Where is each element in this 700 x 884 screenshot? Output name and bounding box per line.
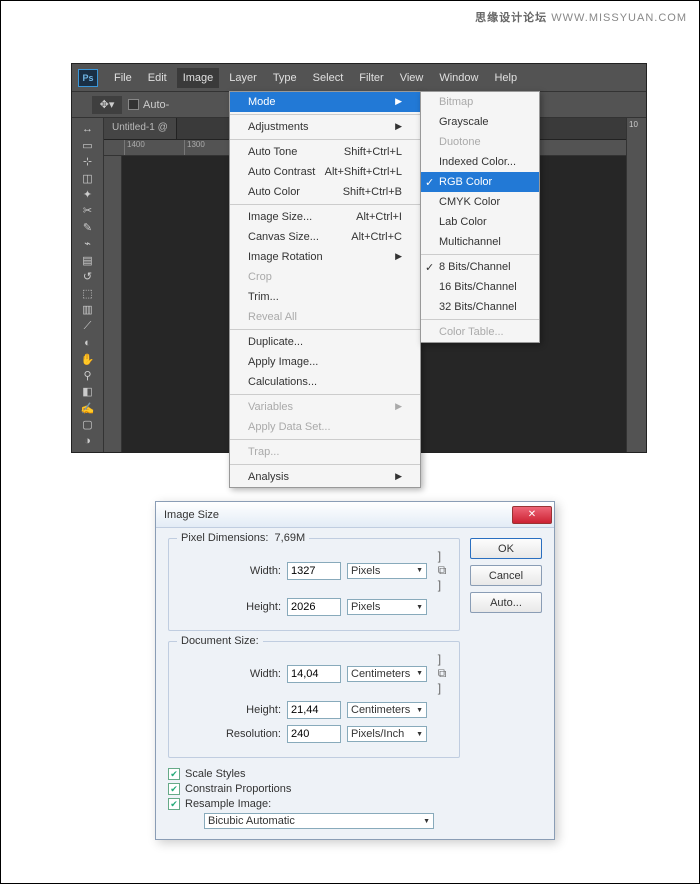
menu-help[interactable]: Help bbox=[488, 68, 523, 88]
menu-auto-contrast[interactable]: Auto ContrastAlt+Shift+Ctrl+L bbox=[230, 162, 420, 182]
menu-auto-tone[interactable]: Auto ToneShift+Ctrl+L bbox=[230, 142, 420, 162]
pixel-dimensions-group: Pixel Dimensions: 7,69M Width: Pixels▼ ]… bbox=[168, 538, 460, 631]
mode-bitmap: Bitmap bbox=[421, 92, 539, 112]
menu-calculations[interactable]: Calculations... bbox=[230, 372, 420, 392]
menu-view[interactable]: View bbox=[394, 68, 430, 88]
tool-2[interactable]: ⊹ bbox=[76, 155, 99, 168]
tool-17[interactable]: ✍ bbox=[76, 402, 99, 415]
menu-type[interactable]: Type bbox=[267, 68, 303, 88]
ps-logo: Ps bbox=[78, 69, 98, 87]
tool-16[interactable]: ◧ bbox=[76, 385, 99, 398]
menu-image[interactable]: Image bbox=[177, 68, 220, 88]
menu-image-rotation[interactable]: Image Rotation▶ bbox=[230, 247, 420, 267]
ok-button[interactable]: OK bbox=[470, 538, 542, 559]
document-size-group: Document Size: Width: Centimeters▼ ]⧉] H… bbox=[168, 641, 460, 758]
menu-variables: Variables▶ bbox=[230, 397, 420, 417]
watermark: 思缘设计论坛 WWW.MISSYUAN.COM bbox=[475, 9, 687, 25]
resolution-input[interactable] bbox=[287, 725, 341, 743]
menu-apply-data-set: Apply Data Set... bbox=[230, 417, 420, 437]
toolbox: ↔ ▭ ⊹ ◫ ✦ ✂ ✎ ⌁ ▤ ↺ ⬚ ▥ ⟋ ◐ ✋ ⚲ ◧ ✍ ▢ ◑ bbox=[72, 118, 104, 452]
menu-mode[interactable]: Mode▶ bbox=[230, 92, 420, 112]
menu-filter[interactable]: Filter bbox=[353, 68, 389, 88]
tool-14[interactable]: ✋ bbox=[76, 352, 99, 365]
tool-0[interactable]: ↔ bbox=[76, 122, 99, 135]
menu-auto-color[interactable]: Auto ColorShift+Ctrl+B bbox=[230, 182, 420, 202]
menu-list: FileEditImageLayerTypeSelectFilterViewWi… bbox=[108, 68, 523, 88]
move-tool-icon[interactable]: ✥▾ bbox=[92, 96, 122, 114]
mode-lab[interactable]: Lab Color bbox=[421, 212, 539, 232]
auto-button[interactable]: Auto... bbox=[470, 592, 542, 613]
document-tab[interactable]: Untitled-1 @ bbox=[104, 118, 177, 139]
mode-grayscale[interactable]: Grayscale bbox=[421, 112, 539, 132]
menu-window[interactable]: Window bbox=[433, 68, 484, 88]
menu-apply-image[interactable]: Apply Image... bbox=[230, 352, 420, 372]
mode-multichannel[interactable]: Multichannel bbox=[421, 232, 539, 252]
tool-15[interactable]: ⚲ bbox=[76, 369, 99, 382]
menubar: Ps FileEditImageLayerTypeSelectFilterVie… bbox=[72, 64, 646, 92]
panel-right: 10 bbox=[626, 118, 646, 452]
resolution-unit[interactable]: Pixels/Inch▼ bbox=[347, 726, 427, 742]
tool-3[interactable]: ◫ bbox=[76, 171, 99, 184]
tool-9[interactable]: ↺ bbox=[76, 270, 99, 283]
menu-file[interactable]: File bbox=[108, 68, 138, 88]
tool-7[interactable]: ⌁ bbox=[76, 237, 99, 250]
dialog-titlebar: Image Size ✕ bbox=[156, 502, 554, 528]
image-size-dialog: Image Size ✕ Pixel Dimensions: 7,69M Wid… bbox=[155, 501, 555, 840]
resample-checkbox[interactable]: ✔Resample Image: bbox=[168, 798, 460, 810]
menu-canvas-size[interactable]: Canvas Size...Alt+Ctrl+C bbox=[230, 227, 420, 247]
mode-rgb[interactable]: ✓RGB Color bbox=[421, 172, 539, 192]
mode-color-table: Color Table... bbox=[421, 322, 539, 342]
close-button[interactable]: ✕ bbox=[512, 506, 552, 524]
pixel-width-unit[interactable]: Pixels▼ bbox=[347, 563, 427, 579]
doc-width-unit[interactable]: Centimeters▼ bbox=[347, 666, 427, 682]
tool-1[interactable]: ▭ bbox=[76, 138, 99, 151]
mode-cmyk[interactable]: CMYK Color bbox=[421, 192, 539, 212]
pixel-height-unit[interactable]: Pixels▼ bbox=[347, 599, 427, 615]
auto-select-checkbox[interactable]: Auto- bbox=[128, 99, 169, 111]
mode-duotone: Duotone bbox=[421, 132, 539, 152]
doc-height-unit[interactable]: Centimeters▼ bbox=[347, 702, 427, 718]
menu-adjustments[interactable]: Adjustments▶ bbox=[230, 117, 420, 137]
image-menu-dropdown: Mode▶ Adjustments▶ Auto ToneShift+Ctrl+L… bbox=[229, 91, 421, 488]
tool-12[interactable]: ⟋ bbox=[76, 319, 99, 332]
menu-trim[interactable]: Trim... bbox=[230, 287, 420, 307]
menu-crop: Crop bbox=[230, 267, 420, 287]
scale-styles-checkbox[interactable]: ✔Scale Styles bbox=[168, 768, 460, 780]
tool-13[interactable]: ◐ bbox=[76, 336, 99, 349]
tool-18[interactable]: ▢ bbox=[76, 418, 99, 431]
menu-analysis[interactable]: Analysis▶ bbox=[230, 467, 420, 487]
tool-11[interactable]: ▥ bbox=[76, 303, 99, 316]
tool-6[interactable]: ✎ bbox=[76, 221, 99, 234]
menu-layer[interactable]: Layer bbox=[223, 68, 263, 88]
menu-trap: Trap... bbox=[230, 442, 420, 462]
mode-8bit[interactable]: ✓8 Bits/Channel bbox=[421, 257, 539, 277]
tool-10[interactable]: ⬚ bbox=[76, 287, 99, 300]
tool-19[interactable]: ◑ bbox=[76, 435, 99, 448]
constrain-checkbox[interactable]: ✔Constrain Proportions bbox=[168, 783, 460, 795]
menu-edit[interactable]: Edit bbox=[142, 68, 173, 88]
link-icon[interactable]: ]⧉] bbox=[433, 549, 451, 592]
mode-16bit[interactable]: 16 Bits/Channel bbox=[421, 277, 539, 297]
resample-method-select[interactable]: Bicubic Automatic▼ bbox=[204, 813, 434, 829]
tool-8[interactable]: ▤ bbox=[76, 254, 99, 267]
pixel-height-input[interactable] bbox=[287, 598, 341, 616]
link-icon[interactable]: ]⧉] bbox=[433, 652, 451, 695]
menu-reveal-all: Reveal All bbox=[230, 307, 420, 327]
cancel-button[interactable]: Cancel bbox=[470, 565, 542, 586]
mode-submenu: Bitmap Grayscale Duotone Indexed Color..… bbox=[420, 91, 540, 343]
doc-width-input[interactable] bbox=[287, 665, 341, 683]
doc-height-input[interactable] bbox=[287, 701, 341, 719]
ruler-vertical bbox=[104, 156, 122, 452]
mode-indexed[interactable]: Indexed Color... bbox=[421, 152, 539, 172]
tool-4[interactable]: ✦ bbox=[76, 188, 99, 201]
mode-32bit[interactable]: 32 Bits/Channel bbox=[421, 297, 539, 317]
pixel-width-input[interactable] bbox=[287, 562, 341, 580]
tool-5[interactable]: ✂ bbox=[76, 204, 99, 217]
menu-select[interactable]: Select bbox=[307, 68, 350, 88]
menu-duplicate[interactable]: Duplicate... bbox=[230, 332, 420, 352]
menu-image-size[interactable]: Image Size...Alt+Ctrl+I bbox=[230, 207, 420, 227]
